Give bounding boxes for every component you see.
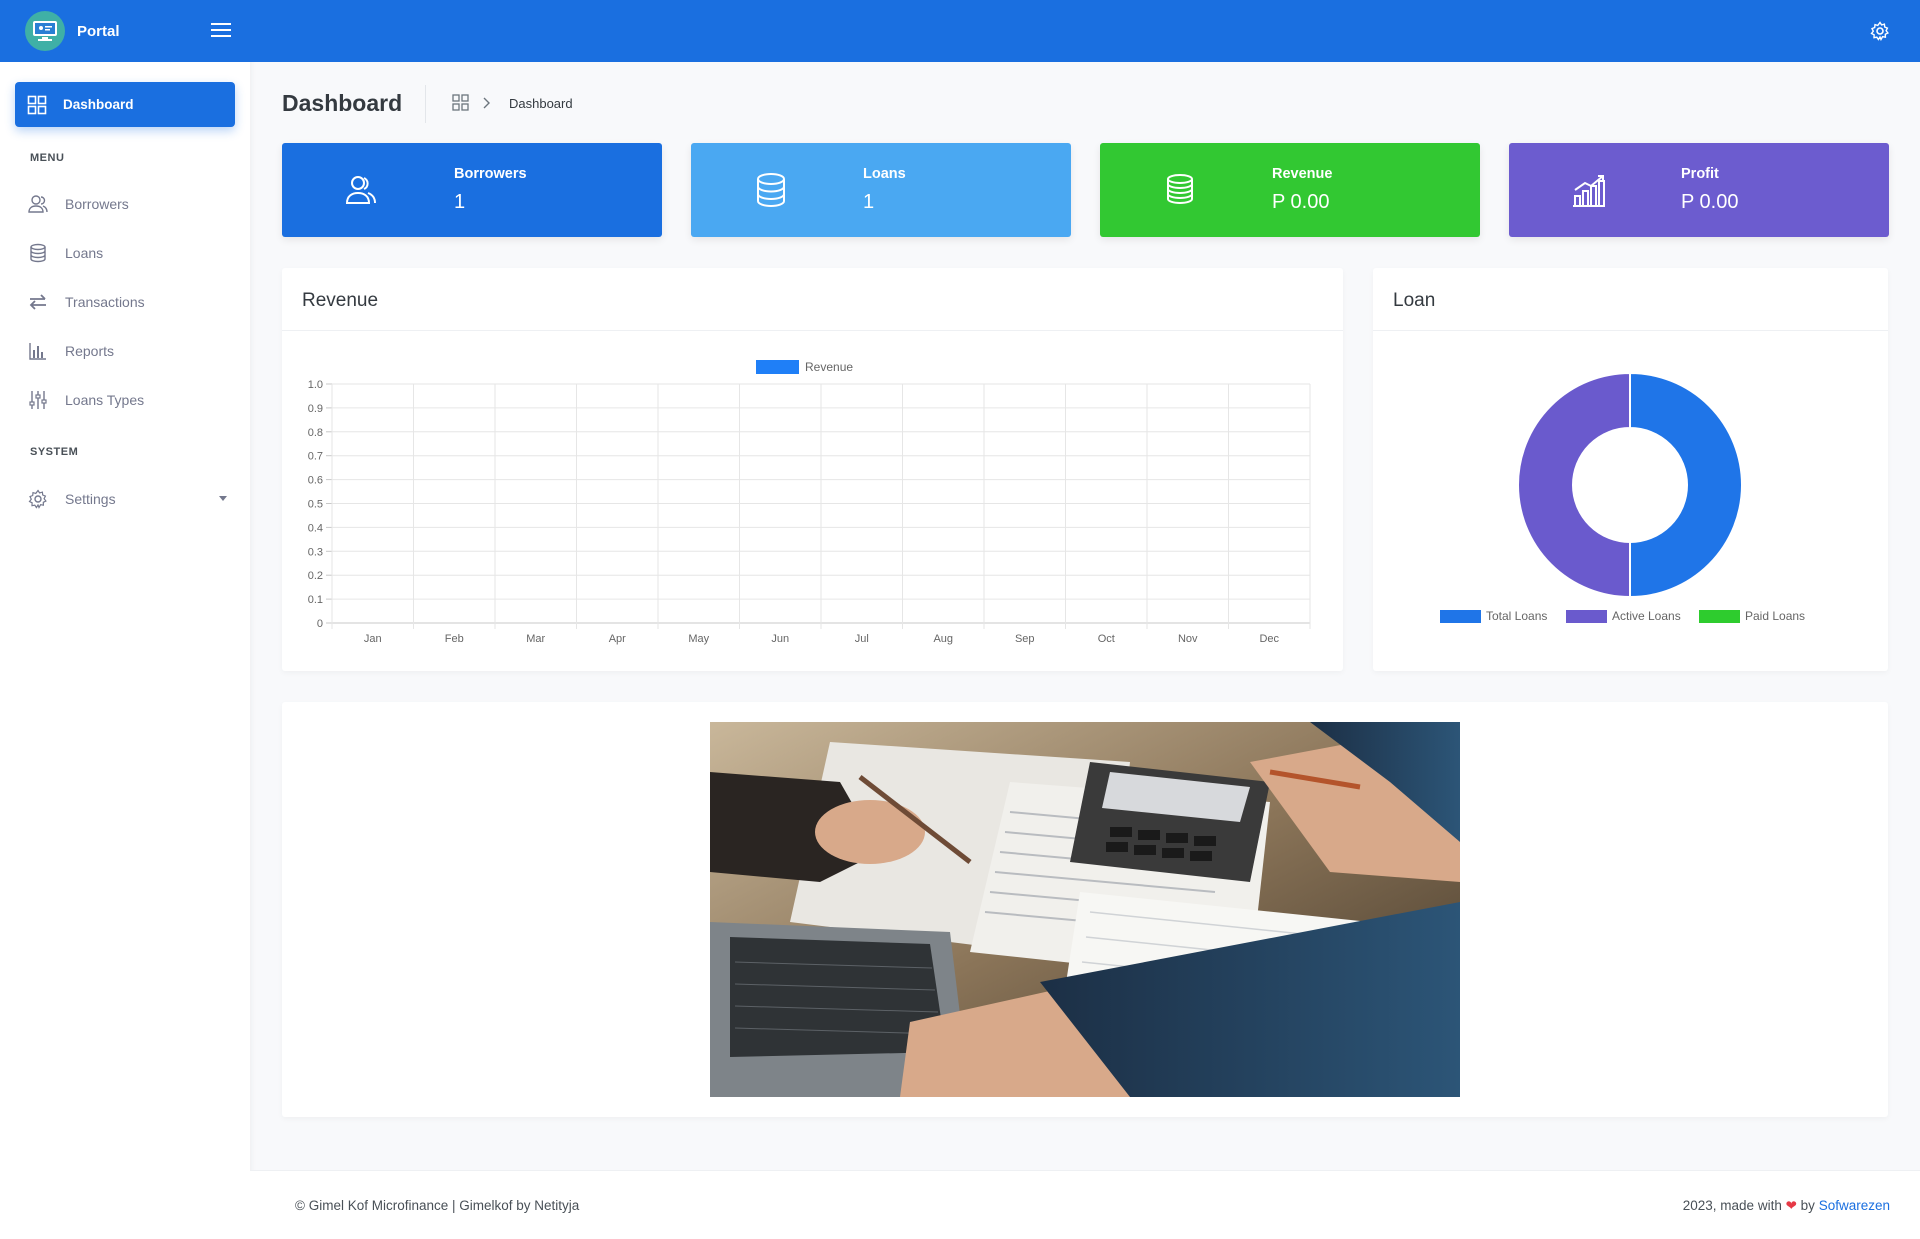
x-tick-label: Mar (526, 633, 545, 645)
x-tick-label: Jun (771, 633, 789, 645)
footer-credit: 2023, made with ❤ by Sofwarezen (1683, 1198, 1890, 1214)
sidebar-item-transactions[interactable]: Transactions (27, 288, 227, 316)
stat-value: 1 (863, 191, 875, 213)
y-tick-label: 0.9 (308, 403, 323, 415)
footer-author-link[interactable]: Sofwarezen (1819, 1198, 1890, 1213)
y-tick-label: 0.2 (308, 570, 323, 582)
stat-card-revenue[interactable]: Revenue P 0.00 (1100, 143, 1480, 237)
breadcrumb-current: Dashboard (509, 96, 573, 111)
sidebar-item-label: Borrowers (65, 196, 129, 212)
grid-icon (27, 95, 47, 114)
stat-label: Revenue (1272, 166, 1333, 182)
users-icon (345, 176, 376, 204)
footer-made-with: 2023, made with (1682, 1198, 1782, 1213)
sidebar-item-loans-types[interactable]: Loans Types (27, 386, 227, 414)
stat-card-loans[interactable]: Loans 1 (691, 143, 1071, 237)
stat-card-profit[interactable]: Profit P 0.00 (1509, 143, 1889, 237)
image-card (282, 702, 1888, 1117)
topbar (250, 0, 1920, 62)
sidebar-item-loans[interactable]: Loans (27, 239, 227, 267)
legend-swatch-total-loans (1440, 610, 1481, 623)
x-tick-label: Nov (1178, 633, 1198, 645)
x-tick-label: Dec (1259, 633, 1279, 645)
slice-total-loans (1629, 371, 1743, 599)
caret-down-icon (219, 496, 227, 501)
finance-desk-photo (710, 722, 1460, 1097)
system-heading: SYSTEM (30, 446, 79, 458)
stat-value: P 0.00 (1681, 191, 1739, 213)
bar-chart-icon (27, 340, 49, 362)
title-divider (425, 85, 426, 123)
sidebar-item-settings[interactable]: Settings (27, 485, 227, 513)
legend-label-paid-loans: Paid Loans (1745, 609, 1805, 623)
legend-label-total-loans: Total Loans (1486, 609, 1547, 623)
loan-doughnut-chart: Total Loans Active Loans Paid Loans (1440, 371, 1805, 623)
x-tick-label: May (688, 633, 709, 645)
heart-icon: ❤ (1785, 1198, 1797, 1213)
y-tick-label: 0.4 (308, 522, 323, 534)
sliders-icon (27, 389, 49, 411)
brand-name: Portal (77, 22, 120, 40)
stat-value: 1 (454, 191, 466, 213)
footer-copyright: © Gimel Kof Microfinance | Gimelkof by N… (295, 1198, 580, 1213)
loan-card: Loan Total Loans Active Loans Paid Loans (1373, 268, 1888, 671)
stat-card-borrowers[interactable]: Borrowers 1 (282, 143, 662, 237)
database-icon (757, 173, 785, 208)
x-tick-label: Oct (1098, 633, 1115, 645)
sidebar-item-label: Loans (65, 245, 104, 261)
settings-gear-icon[interactable] (1870, 21, 1890, 41)
footer: © Gimel Kof Microfinance | Gimelkof by N… (250, 1170, 1920, 1239)
y-tick-label: 0.6 (308, 475, 323, 487)
x-tick-label: Jan (364, 633, 382, 645)
x-tick-label: Sep (1015, 633, 1035, 645)
sidebar-item-reports[interactable]: Reports (27, 337, 227, 365)
legend-swatch-active-loans (1566, 610, 1607, 623)
y-tick-label: 0.5 (308, 499, 323, 511)
sidebar-item-borrowers[interactable]: Borrowers (27, 190, 227, 218)
legend-label-revenue: Revenue (805, 360, 853, 374)
y-tick-label: 0 (317, 618, 323, 630)
gear-icon (27, 488, 49, 510)
legend-swatch-revenue (756, 360, 799, 374)
slice-active-loans (1517, 371, 1631, 599)
y-tick-label: 0.8 (308, 427, 323, 439)
y-tick-label: 0.3 (308, 546, 323, 558)
y-tick-label: 1.0 (308, 379, 323, 391)
stat-label: Profit (1681, 166, 1719, 182)
stat-label: Loans (863, 166, 906, 182)
menu-heading: MENU (30, 152, 65, 164)
y-tick-label: 0.7 (308, 451, 323, 463)
brand-logo[interactable] (25, 11, 65, 51)
x-tick-label: Jul (855, 633, 869, 645)
y-tick-label: 0.1 (308, 594, 323, 606)
page-title: Dashboard (282, 90, 403, 116)
stat-label: Borrowers (454, 166, 527, 182)
breadcrumb-home-grid-icon[interactable] (452, 94, 469, 111)
sidebar-item-label: Reports (65, 343, 115, 359)
x-tick-label: Feb (445, 633, 464, 645)
sidebar-item-dashboard[interactable]: Dashboard (15, 82, 235, 127)
brand-bar: Portal (0, 0, 250, 62)
x-tick-label: Aug (933, 633, 953, 645)
sidebar-item-label: Settings (65, 491, 116, 507)
legend-swatch-paid-loans (1699, 610, 1740, 623)
revenue-chart: Revenue 1.0 0.9 0.8 0.7 0.6 0.5 0.4 0.3 0.2 0.1 0 Ja… (308, 360, 1311, 645)
legend-label-active-loans: Active Loans (1612, 609, 1681, 623)
monitor-icon (33, 21, 57, 41)
menu-toggle-icon[interactable] (210, 19, 232, 41)
stat-value: P 0.00 (1272, 191, 1330, 213)
x-tick-label: Apr (609, 633, 626, 645)
sidebar: Portal Dashboard MENU Borrowers Loans Tr… (0, 0, 250, 1239)
sidebar-item-label: Dashboard (63, 97, 134, 112)
growth-chart-icon (1573, 175, 1605, 207)
coins-icon (1167, 174, 1193, 205)
swap-arrows-icon (27, 291, 49, 313)
users-icon (27, 193, 49, 215)
breadcrumb-chevron-icon (483, 97, 490, 109)
database-icon (27, 242, 49, 264)
sidebar-item-label: Loans Types (65, 392, 145, 408)
footer-by: by (1800, 1198, 1815, 1213)
sidebar-item-label: Transactions (65, 294, 145, 310)
revenue-card: Revenue Revenue 1.0 0.9 0.8 0.7 0.6 0.5 0.4 0.3 0… (282, 268, 1343, 671)
